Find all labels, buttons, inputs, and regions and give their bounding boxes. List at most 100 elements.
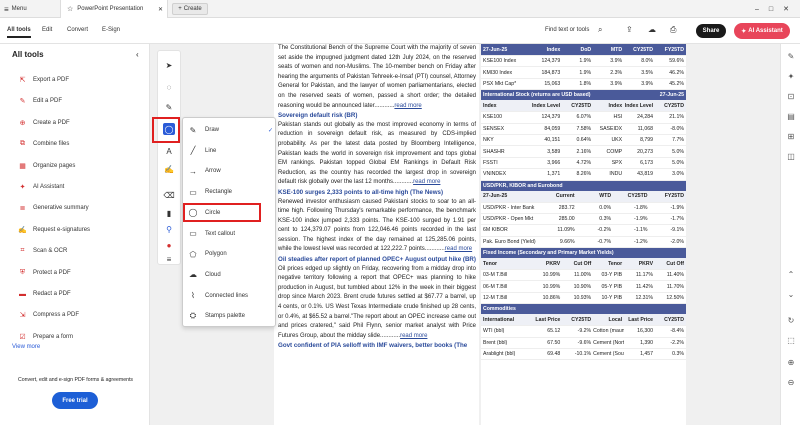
color-dot-icon[interactable]: ● xyxy=(163,239,175,251)
right-rail: ✎ ✦ ⊡ ▤ ⊞ ◫ ⌃ ⌄ ↻ ⬚ ⊕ ⊖ xyxy=(780,44,800,425)
tool-item[interactable]: ⛨ Protect a PDF xyxy=(18,267,71,279)
main-toolbar: All tools Edit Convert E-Sign Find text … xyxy=(0,18,800,44)
share-button[interactable]: Share xyxy=(696,24,726,38)
tab-esign[interactable]: E-Sign xyxy=(102,27,120,33)
tool-icon: ⇱ xyxy=(19,77,26,84)
pin-icon[interactable]: ⚲ xyxy=(163,223,175,235)
tab-convert[interactable]: Convert xyxy=(67,27,88,33)
draw-menu-item[interactable]: ✎ Draw ✓ xyxy=(187,123,273,137)
draw-menu-item[interactable]: ▭ Rectangle xyxy=(187,185,273,199)
read-more-link[interactable]: read more xyxy=(400,333,427,339)
tool-item[interactable]: ≣ Generative summary xyxy=(18,202,89,214)
draw-shapes-menu: ✎ Draw ✓ ╱ Line → Arrow ▭ Rectangle ◯ Circle ▭ Text … xyxy=(182,117,276,327)
more-lines-icon[interactable]: ≡ xyxy=(163,253,175,265)
table-header-row: 27-Jun-25 Current WTD CY25TD FY25TD xyxy=(481,190,686,203)
tool-item[interactable]: ▦ Organize pages xyxy=(18,160,75,172)
table-title: International Stock (returns are USD bas… xyxy=(481,90,686,101)
tool-label: Compress a PDF xyxy=(33,312,80,319)
view-more-link[interactable]: View more xyxy=(12,344,40,350)
pages-icon[interactable]: ▤ xyxy=(785,110,797,122)
bookmark-icon[interactable]: ⊡ xyxy=(785,90,797,102)
magnifier-icon[interactable]: ⌕ xyxy=(598,25,602,35)
menu-button[interactable]: ≡ Menu xyxy=(4,0,27,18)
chevron-down-icon[interactable]: ⌄ xyxy=(785,288,797,300)
collapse-icon[interactable]: ‹ xyxy=(136,50,139,59)
tool-item[interactable]: ✎ Edit a PDF xyxy=(18,95,62,107)
highlight-icon[interactable]: ▮ xyxy=(163,207,175,219)
cloud-icon[interactable]: ☁ xyxy=(648,25,656,34)
select-cursor-icon[interactable]: ➤ xyxy=(163,59,175,71)
tool-label: Request e-signatures xyxy=(33,226,91,233)
fill-sign-icon[interactable]: ✍ xyxy=(163,163,175,175)
draw-menu-item[interactable]: ╱ Line xyxy=(187,144,273,158)
vertical-toolbar: ➤ ◌ ✎ ◯ A ✍ ⌫ ▮ ⚲ ● ≡ xyxy=(157,50,181,265)
table-row: FSSTI 3,966 4.72% SPX 6,173 5.0% xyxy=(481,158,686,170)
tool-icon: ⇲ xyxy=(19,312,26,320)
check-icon: ✓ xyxy=(267,127,273,134)
plus-icon: + xyxy=(178,6,182,12)
tool-item[interactable]: ⧉ Combine files xyxy=(18,138,69,150)
free-trial-button[interactable]: Free trial xyxy=(52,392,98,409)
tool-item[interactable]: ⇲ Compress a PDF xyxy=(18,309,79,321)
table-row: USD/PKR - Open Mkt 285.00 0.3% -1.9% -1.7% xyxy=(481,214,686,226)
tool-icon: ≣ xyxy=(19,205,26,213)
maximize-icon[interactable]: □ xyxy=(769,6,773,13)
article-heading: KSE-100 surges 2,333 points to all-time … xyxy=(278,188,444,196)
tool-label: Scan & OCR xyxy=(33,248,68,255)
minimize-icon[interactable]: – xyxy=(755,6,759,13)
draw-menu-item[interactable]: ☁ Cloud xyxy=(187,268,273,282)
star-icon[interactable]: ☆ xyxy=(67,5,73,13)
read-more-link[interactable]: read more xyxy=(413,179,440,185)
draw-menu-item[interactable]: ⌇ Connected lines xyxy=(187,289,273,303)
shape-icon: ☁ xyxy=(189,270,197,280)
tool-item[interactable]: ✍ Request e-signatures xyxy=(18,224,90,236)
create-tab-button[interactable]: + Create xyxy=(172,3,208,15)
tool-label: Combine files xyxy=(33,141,70,148)
tool-item[interactable]: ✦ AI Assistant xyxy=(18,181,65,193)
ai-assistant-button[interactable]: ✦ AI Assistant xyxy=(734,23,790,39)
refresh-icon[interactable]: ↻ xyxy=(785,314,797,326)
close-window-icon[interactable]: ✕ xyxy=(783,5,789,13)
draw-menu-item[interactable]: ⬠ Polygon xyxy=(187,247,273,261)
pen-icon[interactable]: ✎ xyxy=(163,101,175,113)
tool-item[interactable]: ▬ Redact a PDF xyxy=(18,288,71,300)
shape-icon: ▭ xyxy=(189,187,197,197)
table-row: Arablight (bbl)69.48-10.1%Cement (South)… xyxy=(481,349,686,361)
tool-icon: ⛨ xyxy=(19,268,26,276)
print-icon[interactable]: ⎙ xyxy=(670,25,676,35)
highlight-box-circle xyxy=(183,203,261,222)
draw-menu-item[interactable]: ▭ Text callout xyxy=(187,227,273,241)
read-more-link[interactable]: read more xyxy=(445,246,472,252)
fit-page-icon[interactable]: ⬚ xyxy=(785,334,797,346)
comment-icon[interactable]: ◌ xyxy=(163,81,175,93)
upload-icon[interactable]: ⇪ xyxy=(626,25,633,34)
read-more-link[interactable]: read more xyxy=(394,103,421,109)
chevron-up-icon[interactable]: ⌃ xyxy=(785,268,797,280)
attach-icon[interactable]: ⊞ xyxy=(785,130,797,142)
document-tab[interactable]: ☆ PowerPoint Presentation ✕ xyxy=(60,0,168,18)
tab-edit[interactable]: Edit xyxy=(42,27,52,33)
text-icon[interactable]: A xyxy=(163,145,175,157)
tool-item[interactable]: ☑ Prepare a form xyxy=(18,331,73,343)
tool-item[interactable]: ⇱ Export a PDF xyxy=(18,74,69,86)
eraser-icon[interactable]: ⌫ xyxy=(163,189,175,201)
draw-menu-item[interactable]: ⛭ Stamps palette xyxy=(187,309,273,323)
zoom-out-icon[interactable]: ⊖ xyxy=(785,376,797,388)
tab-all-tools[interactable]: All tools xyxy=(7,27,31,38)
draw-menu-item[interactable]: → Arrow xyxy=(187,164,273,178)
tool-label: Redact a PDF xyxy=(33,291,71,297)
close-icon[interactable]: ✕ xyxy=(158,6,163,13)
layers-icon[interactable]: ◫ xyxy=(785,150,797,162)
tool-item[interactable]: ⌗ Scan & OCR xyxy=(18,245,68,257)
tool-label: Edit a PDF xyxy=(33,98,63,105)
zoom-in-icon[interactable]: ⊕ xyxy=(785,356,797,368)
find-tools-input[interactable]: Find text or tools xyxy=(545,27,589,33)
table-row: USD/PKR - Inter Bank 283.72 0.0% -1.8% -1.9% xyxy=(481,203,686,214)
title-bar: ≡ Menu ☆ PowerPoint Presentation ✕ + Cre… xyxy=(0,0,800,18)
ai-chat-icon[interactable]: ✦ xyxy=(785,70,797,82)
tool-label: Prepare a form xyxy=(33,333,74,340)
tool-item[interactable]: ⊕ Create a PDF xyxy=(18,117,70,129)
shape-icon: ▭ xyxy=(189,229,197,238)
comment-panel-icon[interactable]: ✎ xyxy=(785,50,797,62)
promo-text: Convert, edit and e-sign PDF forms & agr… xyxy=(17,377,134,383)
